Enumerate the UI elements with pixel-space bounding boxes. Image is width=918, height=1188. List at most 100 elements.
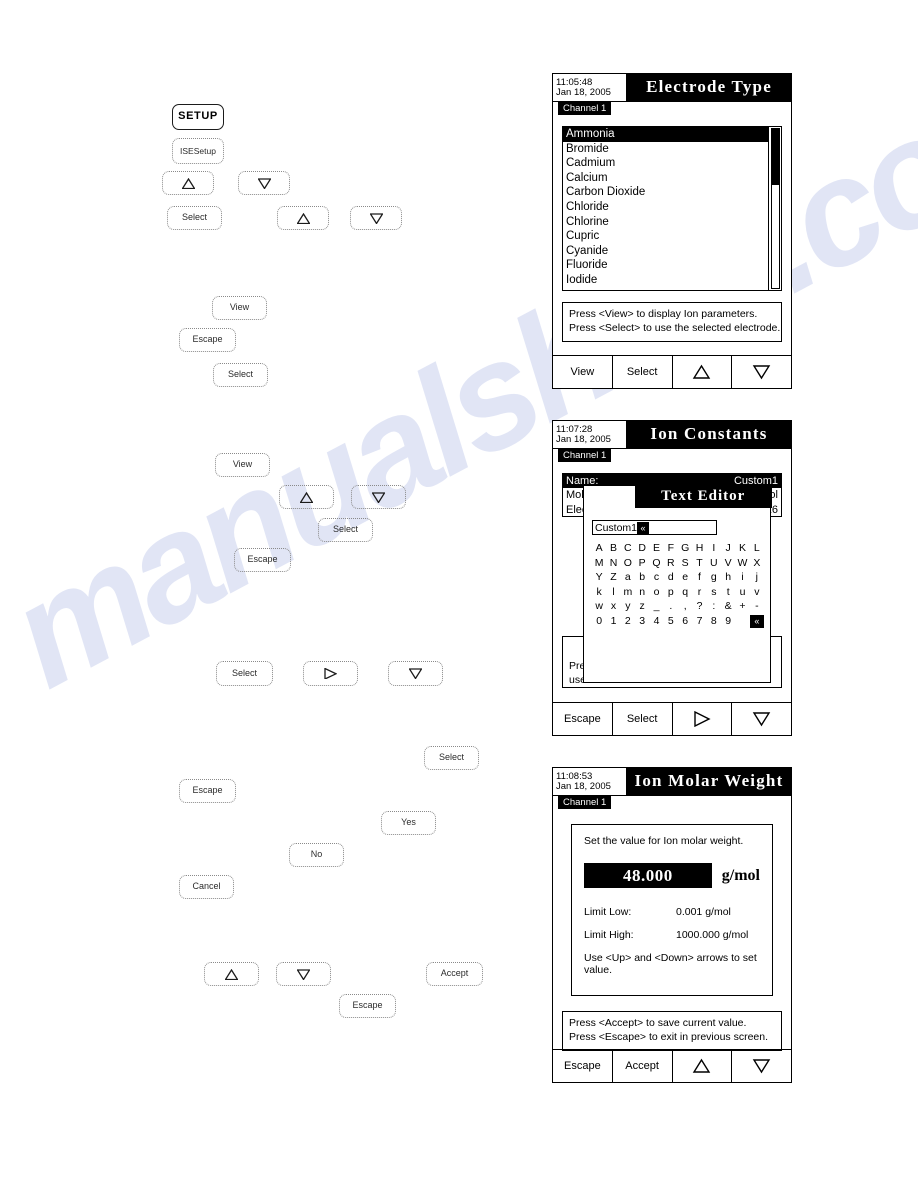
key-down-arrow-group1-3[interactable] [238, 171, 290, 195]
keyboard-key[interactable]: a [621, 571, 635, 585]
key-escape-group2-1[interactable]: Escape [179, 328, 236, 352]
keyboard-key[interactable]: . [664, 600, 678, 614]
keyboard-key[interactable]: o [649, 586, 663, 600]
keyboard-key[interactable]: O [621, 557, 635, 571]
onscreen-keyboard[interactable]: ABCDEFGHIJKL MNOPQRSTUVWX YZabcdefghij klmn… [592, 542, 764, 628]
key-select-group3-3[interactable]: Select [318, 518, 373, 542]
keyboard-key[interactable]: x [606, 600, 620, 614]
softkey-accept[interactable]: Accept [613, 1050, 673, 1082]
key-cancel-group5-4[interactable]: Cancel [179, 875, 234, 899]
list-item[interactable]: Ammonia [563, 127, 768, 142]
keyboard-key[interactable]: & [721, 600, 735, 614]
keyboard-key[interactable]: 9 [721, 615, 735, 629]
keyboard-key[interactable]: - [750, 600, 764, 614]
keyboard-key[interactable]: Q [649, 557, 663, 571]
keyboard-key[interactable]: f [692, 571, 706, 585]
key-up-arrow-group1-2[interactable] [162, 171, 214, 195]
keyboard-key[interactable]: z [635, 600, 649, 614]
keyboard-key[interactable]: g [707, 571, 721, 585]
list-item[interactable]: Chloride [563, 200, 768, 215]
keyboard-key[interactable]: ? [692, 600, 706, 614]
keyboard-key[interactable]: I [707, 542, 721, 556]
key-no-group5-3[interactable]: No [289, 843, 344, 867]
list-item[interactable]: Carbon Dioxide [563, 185, 768, 200]
keyboard-key[interactable]: u [735, 586, 749, 600]
keyboard-key[interactable]: M [592, 557, 606, 571]
softkey-select[interactable]: Select [613, 703, 673, 735]
keyboard-key[interactable]: X [750, 557, 764, 571]
keyboard-key[interactable]: 4 [649, 615, 663, 629]
key-setup-group1-0[interactable]: SETUP [172, 104, 224, 130]
electrode-list[interactable]: Ammonia Bromide Cadmium Calcium Carbon Dioxi… [562, 126, 782, 291]
keyboard-key[interactable]: K [735, 542, 749, 556]
keyboard-key[interactable]: E [649, 542, 663, 556]
keyboard-key[interactable]: T [692, 557, 706, 571]
list-item[interactable]: Calcium [563, 171, 768, 186]
keyboard-key[interactable]: d [664, 571, 678, 585]
softkey-down-arrow[interactable] [732, 703, 791, 735]
list-item[interactable]: Bromide [563, 142, 768, 157]
key-accept-group6-2[interactable]: Accept [426, 962, 483, 986]
keyboard-key[interactable]: L [750, 542, 764, 556]
keyboard-key[interactable]: c [649, 571, 663, 585]
keyboard-key[interactable]: t [721, 586, 735, 600]
softkey-right-arrow[interactable] [673, 703, 733, 735]
key-select-group4-0[interactable]: Select [216, 661, 273, 686]
keyboard-key[interactable]: 8 [707, 615, 721, 629]
scrollbar[interactable] [768, 127, 781, 290]
keyboard-key[interactable]: m [621, 586, 635, 600]
keyboard-key[interactable]: k [592, 586, 606, 600]
key-right-arrow-group4-1[interactable] [303, 661, 358, 686]
key-ise-setup-group1-1[interactable]: ISE Setup [172, 138, 224, 164]
keyboard-key[interactable]: v [750, 586, 764, 600]
keyboard-key[interactable]: Y [592, 571, 606, 585]
key-up-arrow-group3-1[interactable] [279, 485, 334, 509]
softkey-escape[interactable]: Escape [553, 1050, 613, 1082]
electrode-list-items[interactable]: Ammonia Bromide Cadmium Calcium Carbon Dioxi… [563, 127, 768, 290]
scrollbar-track[interactable] [771, 128, 780, 289]
keyboard-key[interactable]: 2 [621, 615, 635, 629]
key-escape-group3-4[interactable]: Escape [234, 548, 291, 572]
keyboard-key[interactable]: , [678, 600, 692, 614]
keyboard-key[interactable]: S [678, 557, 692, 571]
keyboard-key[interactable]: e [678, 571, 692, 585]
key-select-group2-2[interactable]: Select [213, 363, 268, 387]
keyboard-key[interactable]: j [750, 571, 764, 585]
keyboard-key[interactable]: W [735, 557, 749, 571]
key-down-arrow-group4-2[interactable] [388, 661, 443, 686]
keyboard-key[interactable]: _ [649, 600, 663, 614]
list-item[interactable]: Chlorine [563, 215, 768, 230]
keyboard-key[interactable]: G [678, 542, 692, 556]
keyboard-key[interactable]: i [735, 571, 749, 585]
keyboard-key[interactable]: A [592, 542, 606, 556]
softkey-select[interactable]: Select [613, 356, 673, 388]
softkey-up-arrow[interactable] [673, 356, 733, 388]
keyboard-key[interactable]: s [707, 586, 721, 600]
keyboard-key[interactable]: R [664, 557, 678, 571]
key-select-group1-4[interactable]: Select [167, 206, 222, 230]
keyboard-key[interactable]: q [678, 586, 692, 600]
scrollbar-thumb[interactable] [772, 129, 779, 185]
keyboard-key[interactable]: J [721, 542, 735, 556]
keyboard-key[interactable]: n [635, 586, 649, 600]
list-item[interactable]: Fluoride [563, 258, 768, 273]
keyboard-key[interactable]: N [606, 557, 620, 571]
softkey-view[interactable]: View [553, 356, 613, 388]
keyboard-key[interactable]: H [692, 542, 706, 556]
list-item[interactable]: Cupric [563, 229, 768, 244]
key-down-arrow-group1-6[interactable] [350, 206, 402, 230]
keyboard-key[interactable]: 1 [606, 615, 620, 629]
keyboard-key[interactable]: F [664, 542, 678, 556]
list-item[interactable]: Cyanide [563, 244, 768, 259]
keyboard-key[interactable]: 0 [592, 615, 606, 629]
value-field[interactable]: 48.000 g/mol [584, 863, 760, 888]
keyboard-key[interactable]: b [635, 571, 649, 585]
keyboard-key[interactable]: + [735, 600, 749, 614]
keyboard-key[interactable]: U [707, 557, 721, 571]
keyboard-key[interactable]: P [635, 557, 649, 571]
key-down-arrow-group6-1[interactable] [276, 962, 331, 986]
key-view-group2-0[interactable]: View [212, 296, 267, 320]
keyboard-key[interactable]: 7 [692, 615, 706, 629]
keyboard-key[interactable]: y [621, 600, 635, 614]
keyboard-key[interactable]: h [721, 571, 735, 585]
